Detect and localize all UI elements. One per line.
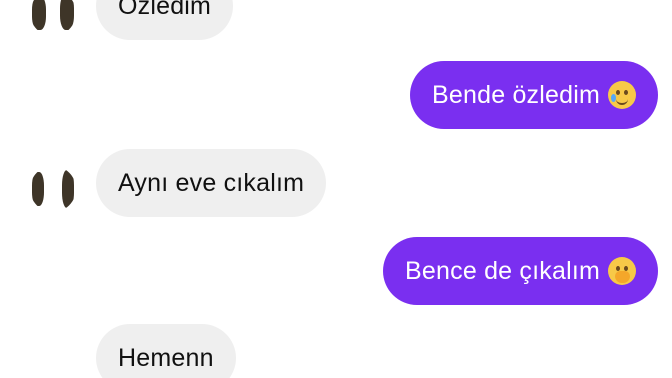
sender-avatar[interactable] xyxy=(30,166,76,212)
message-text: Özledim xyxy=(118,0,212,20)
incoming-message[interactable]: Hemenn xyxy=(96,324,236,378)
message-text: Aynı eve cıkalım xyxy=(118,168,305,197)
outgoing-message[interactable]: Bence de çıkalım xyxy=(383,237,658,305)
incoming-message[interactable]: Aynı eve cıkalım xyxy=(96,149,327,217)
incoming-message[interactable]: Özledim xyxy=(96,0,234,40)
sender-avatar[interactable] xyxy=(30,0,76,36)
message-text: Hemenn xyxy=(118,343,214,372)
message-text: Bence de çıkalım xyxy=(405,256,600,285)
face-with-hand-over-mouth-icon xyxy=(608,257,636,285)
outgoing-message[interactable]: Bende özledim xyxy=(410,61,658,129)
face-holding-back-tears-icon xyxy=(608,81,636,109)
message-text: Bende özledim xyxy=(432,80,600,109)
